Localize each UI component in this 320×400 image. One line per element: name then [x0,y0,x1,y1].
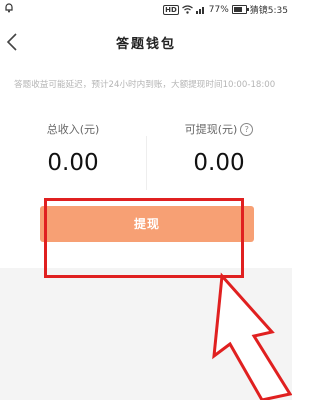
total-income-label: 总收入(元) [46,123,100,136]
status-time: 猜镜5:35 [249,6,288,16]
withdrawable-label-row: 可提现(元)? [146,122,292,138]
bottom-area [0,268,292,400]
notice-text: 答题收益可能延迟，预计24小时内到账，大额提现时间10:00-18:00 [14,80,276,90]
notification-icon [4,2,14,16]
signal-icon [195,7,204,14]
battery-percent: 77% [208,4,229,15]
withdrawable: 可提现(元)? 0.00 [146,118,292,176]
wallet-stats: 总收入(元) 0.00 可提现(元)? 0.00 [0,118,292,198]
withdraw-button[interactable]: 提现 [40,206,254,242]
wifi-icon [181,5,193,14]
page-title: 答题钱包 [115,37,176,52]
total-income-value: 0.00 [47,150,99,176]
status-indicators: HD 77% 猜镜5:35 [163,3,288,16]
hd-badge: HD [163,4,179,15]
withdrawable-label: 可提现(元) [184,123,238,136]
total-income: 总收入(元) 0.00 [0,118,146,176]
battery-icon [231,5,249,14]
nav-bar: 答题钱包 [0,18,292,64]
question-circle-icon[interactable]: ? [240,123,254,136]
withdrawable-value: 0.00 [193,150,245,176]
status-bar: HD 77% 猜镜5:35 [0,0,292,18]
